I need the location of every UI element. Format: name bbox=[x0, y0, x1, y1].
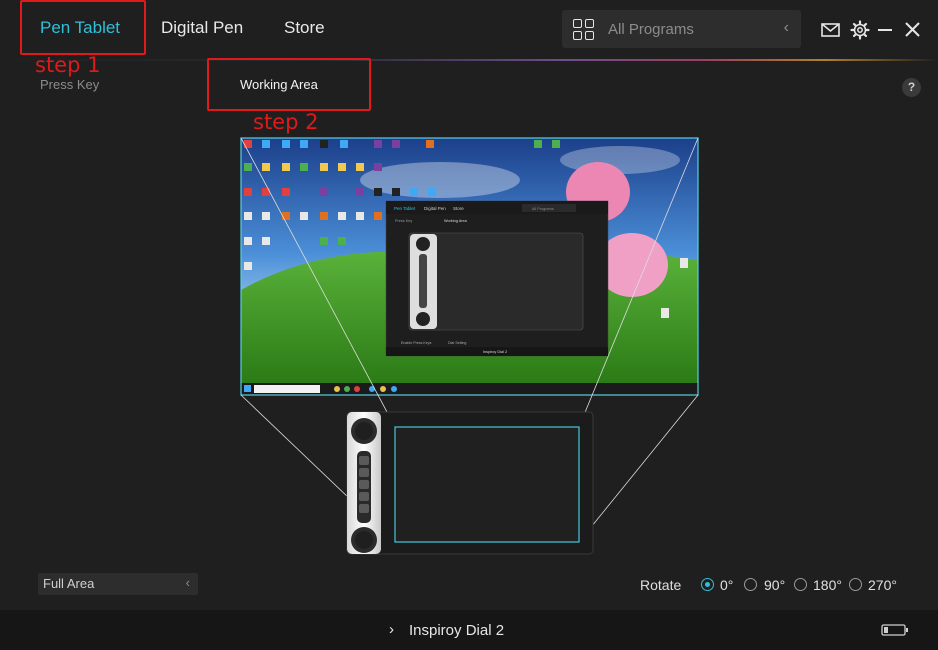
rotate-90-radio[interactable] bbox=[744, 578, 757, 591]
tab-digital-pen[interactable]: Digital Pen bbox=[161, 18, 243, 38]
mapping-lines bbox=[240, 137, 699, 543]
gear-icon[interactable] bbox=[849, 19, 871, 41]
step1-highlight-box bbox=[20, 0, 146, 55]
chevron-right-icon[interactable]: › bbox=[389, 621, 394, 638]
mini-press-key: Press Key bbox=[395, 219, 412, 223]
rotate-label: Rotate bbox=[640, 577, 682, 593]
mini-device-name: Inspiroy Dial 2 bbox=[483, 350, 507, 354]
subtab-press-key[interactable]: Press Key bbox=[40, 77, 99, 92]
area-select-value: Full Area bbox=[43, 576, 95, 591]
minimize-icon[interactable] bbox=[876, 19, 898, 41]
area-select[interactable]: Full Area ‹ bbox=[38, 573, 198, 595]
tab-store[interactable]: Store bbox=[284, 18, 325, 38]
chevron-left-icon[interactable]: ‹ bbox=[784, 19, 789, 37]
step2-annotation: step 2 bbox=[253, 110, 319, 134]
mini-tab-store: Store bbox=[453, 206, 464, 211]
rotate-270-radio[interactable] bbox=[849, 578, 862, 591]
close-icon[interactable] bbox=[902, 19, 924, 41]
header-divider bbox=[0, 59, 938, 61]
help-icon[interactable]: ? bbox=[902, 78, 921, 97]
mini-tab-pen-tablet: Pen Tablet bbox=[394, 206, 416, 211]
mini-working-area: Working Area bbox=[444, 219, 468, 223]
device-name[interactable]: Inspiroy Dial 2 bbox=[409, 622, 504, 639]
desktop-screen-preview: Pen Tablet Digital Pen Store All Program… bbox=[240, 137, 699, 396]
app-window-preview: Pen Tablet Digital Pen Store All Program… bbox=[385, 200, 609, 357]
program-select[interactable]: All Programs ‹ bbox=[562, 10, 801, 48]
mail-icon[interactable] bbox=[820, 19, 842, 41]
rotate-0-radio[interactable] bbox=[701, 578, 714, 591]
rotate-180-radio[interactable] bbox=[794, 578, 807, 591]
mini-dial-setting: Dial Setting bbox=[448, 341, 466, 345]
mini-program-select: All Programs bbox=[532, 207, 554, 211]
rotate-180-label: 180° bbox=[813, 577, 842, 593]
footer-bar: › Inspiroy Dial 2 bbox=[0, 610, 938, 650]
chevron-left-icon: ‹ bbox=[185, 575, 190, 590]
program-select-value: All Programs bbox=[608, 21, 694, 38]
rotate-90-label: 90° bbox=[764, 577, 786, 593]
tablet-device bbox=[346, 411, 594, 555]
mini-tab-digital-pen: Digital Pen bbox=[424, 206, 446, 211]
rotate-270-label: 270° bbox=[868, 577, 897, 593]
step1-annotation: step 1 bbox=[35, 53, 101, 77]
apps-grid-icon bbox=[573, 19, 594, 40]
battery-icon bbox=[881, 624, 908, 636]
working-area-mapping: Pen Tablet Digital Pen Store All Program… bbox=[240, 137, 699, 555]
mini-enable-press-keys: Enable Press Keys bbox=[401, 341, 432, 345]
desktop-icons bbox=[244, 140, 688, 318]
rotate-0-label: 0° bbox=[720, 577, 734, 593]
subtab-working-area[interactable]: Working Area bbox=[240, 77, 318, 92]
